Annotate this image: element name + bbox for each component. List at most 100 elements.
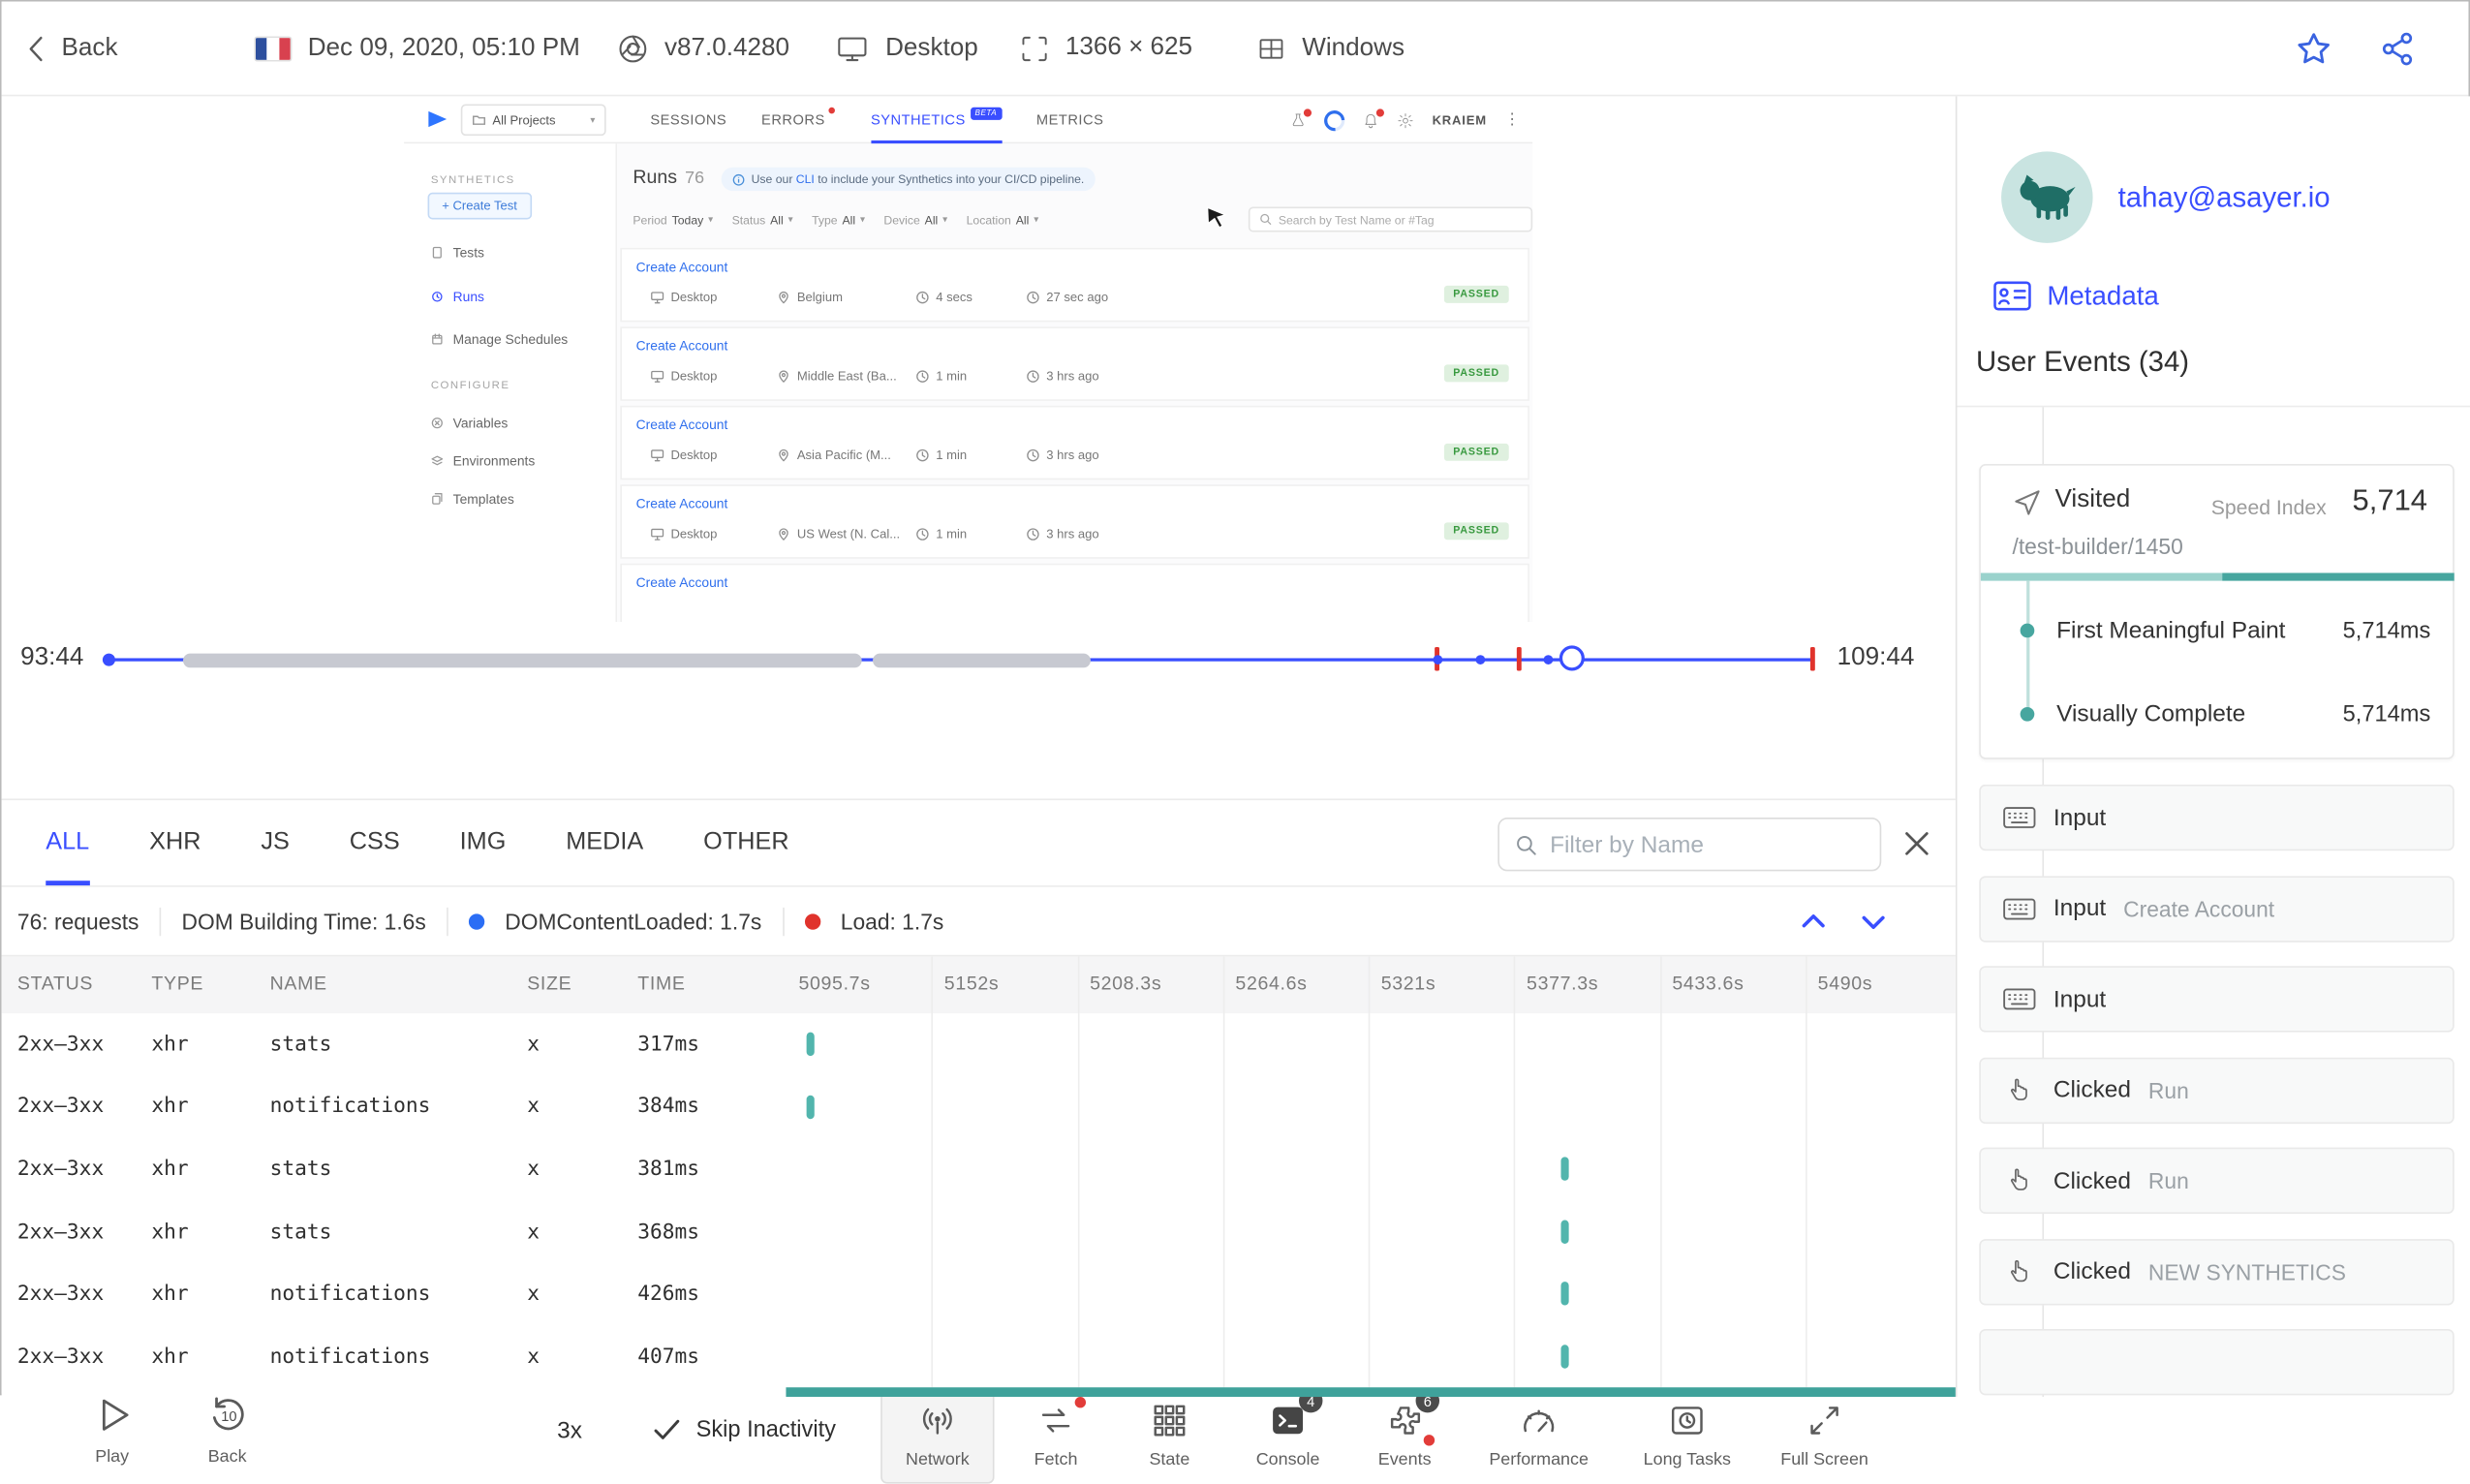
bell-icon[interactable]: [1363, 108, 1385, 129]
replayed-tab-synthetics[interactable]: SYNTHETICS BETA: [870, 96, 1003, 144]
replayed-tab-errors[interactable]: ERRORS: [761, 96, 836, 143]
network-tab-all[interactable]: ALL: [46, 800, 90, 886]
sidebar-item-variables[interactable]: Variables: [431, 416, 508, 431]
event-card-clicked[interactable]: Clicked Run: [1979, 1056, 2455, 1124]
metadata-button[interactable]: Metadata: [1991, 279, 2159, 312]
create-test-button[interactable]: + Create Test: [427, 192, 532, 220]
timeline-column-header: 5264.6s: [1235, 972, 1308, 995]
network-tab-media[interactable]: MEDIA: [566, 800, 643, 885]
issue-marker[interactable]: [1809, 647, 1815, 671]
chevron-down-icon[interactable]: [1855, 902, 1893, 940]
chevron-up-icon[interactable]: [1795, 902, 1833, 940]
project-selector[interactable]: All Projects ▾: [460, 104, 606, 137]
replayed-tab-metrics[interactable]: METRICS: [1036, 96, 1103, 143]
run-filter-type[interactable]: Type All ▾: [812, 213, 865, 228]
column-header-name[interactable]: NAME: [270, 973, 327, 995]
sidebar-item-runs[interactable]: Runs: [431, 289, 484, 304]
run-group[interactable]: Create Account Desktop Middle East (Ba... 1…: [620, 326, 1529, 401]
runs-search[interactable]: [1248, 206, 1533, 232]
gear-icon[interactable]: [1398, 111, 1415, 129]
back-10-button[interactable]: 10 Back: [176, 1394, 277, 1467]
skip-inactivity-toggle[interactable]: Skip Inactivity: [654, 1417, 836, 1442]
column-header-size[interactable]: SIZE: [527, 973, 571, 995]
share-button[interactable]: [2379, 28, 2419, 68]
network-request-row[interactable]: 2xx–3xx xhr notifications x 384ms: [2, 1076, 1956, 1139]
column-header-time[interactable]: TIME: [637, 973, 685, 995]
event-card-input[interactable]: Input: [1979, 784, 2455, 851]
browser-icon: [619, 34, 647, 62]
run-filter-device[interactable]: Device All ▾: [883, 213, 947, 228]
network-tab-other[interactable]: OTHER: [703, 800, 788, 885]
event-marker[interactable]: [1433, 655, 1443, 665]
run-name-link[interactable]: Create Account: [636, 574, 728, 590]
network-request-row[interactable]: 2xx–3xx xhr stats x 381ms: [2, 1138, 1956, 1201]
replayed-user-name[interactable]: KRAIEM: [1433, 113, 1487, 128]
column-header-status[interactable]: STATUS: [17, 973, 93, 995]
favorite-button[interactable]: [2294, 28, 2334, 69]
banner-cli-link[interactable]: CLI: [796, 172, 815, 187]
user-email[interactable]: tahay@asayer.io: [2118, 181, 2331, 214]
tool-performance[interactable]: Performance: [1482, 1386, 1595, 1484]
visited-event-card[interactable]: Visited Speed Index 5,714 /test-builder/…: [1979, 464, 2455, 759]
run-group[interactable]: Create Account Desktop Asia Pacific (M... 1…: [620, 405, 1529, 480]
run-group[interactable]: Create Account: [620, 563, 1529, 622]
network-tab-css[interactable]: CSS: [350, 800, 400, 885]
timeline-scrubber[interactable]: [1559, 645, 1585, 671]
runs-search-input[interactable]: [1278, 212, 1522, 227]
column-header-type[interactable]: TYPE: [151, 973, 203, 995]
event-card-partial[interactable]: [1979, 1328, 2455, 1396]
event-marker[interactable]: [1543, 655, 1554, 665]
network-tab-xhr[interactable]: XHR: [149, 800, 201, 885]
network-tab-img[interactable]: IMG: [460, 800, 507, 885]
close-panel-icon[interactable]: [1903, 830, 1930, 857]
network-request-row[interactable]: 2xx–3xx xhr stats x 368ms: [2, 1201, 1956, 1264]
issue-marker[interactable]: [1516, 647, 1522, 671]
request-time: 407ms: [637, 1345, 700, 1370]
play-button[interactable]: Play: [62, 1394, 163, 1467]
run-name-link[interactable]: Create Account: [636, 338, 728, 354]
network-request-row[interactable]: 2xx–3xx xhr notifications x 407ms: [2, 1326, 1956, 1389]
event-detail: Run: [2147, 1077, 2189, 1103]
playback-speed-button[interactable]: 3x: [557, 1417, 582, 1444]
event-marker[interactable]: [1475, 655, 1486, 665]
network-request-row[interactable]: 2xx–3xx xhr notifications x 426ms: [2, 1263, 1956, 1326]
tool-events[interactable]: 6 Events: [1348, 1386, 1462, 1484]
event-detail: NEW SYNTHETICS: [2147, 1258, 2346, 1284]
sidebar-item-manage-schedules[interactable]: Manage Schedules: [431, 331, 568, 347]
tool-full-screen[interactable]: Full Screen: [1768, 1386, 1881, 1484]
event-card-clicked[interactable]: Clicked Run: [1979, 1147, 2455, 1215]
tool-console[interactable]: 4 Console: [1231, 1386, 1344, 1484]
tool-long-tasks[interactable]: Long Tasks: [1630, 1386, 1744, 1484]
run-name-link[interactable]: Create Account: [636, 496, 728, 511]
tool-label: Console: [1255, 1450, 1320, 1469]
runs-filters: Period Today ▾ Status All ▾ Type All ▾ Device All ▾…: [633, 213, 1038, 228]
sidebar-item-environments[interactable]: Environments: [431, 453, 535, 469]
tab-label: ERRORS: [761, 111, 825, 128]
sidebar-item-tests[interactable]: Tests: [431, 245, 484, 261]
tool-fetch[interactable]: Fetch: [999, 1386, 1112, 1484]
run-filter-location[interactable]: Location All ▾: [967, 213, 1038, 228]
event-card-input[interactable]: Input: [1979, 966, 2455, 1033]
event-card-input[interactable]: Input Create Account: [1979, 875, 2455, 942]
visited-url[interactable]: /test-builder/1450: [2012, 534, 2182, 559]
network-overview-bar[interactable]: [786, 1387, 1956, 1398]
run-group[interactable]: Create Account Desktop US West (N. Cal... 1…: [620, 484, 1529, 559]
run-group[interactable]: Create Account Desktop Belgium 4 secs 27 sec…: [620, 247, 1529, 323]
tool-network[interactable]: Network: [880, 1385, 995, 1484]
network-filter-input[interactable]: [1550, 830, 1865, 858]
run-filter-period[interactable]: Period Today ▾: [633, 213, 713, 228]
run-name-link[interactable]: Create Account: [636, 259, 728, 274]
event-card-clicked[interactable]: Clicked NEW SYNTHETICS: [1979, 1238, 2455, 1305]
item-label: Tests: [452, 244, 484, 261]
replayed-tab-sessions[interactable]: SESSIONS: [650, 96, 726, 143]
sidebar-item-templates[interactable]: Templates: [431, 491, 514, 507]
kebab-menu-icon[interactable]: ⋮: [1504, 111, 1520, 129]
run-filter-status[interactable]: Status All ▾: [732, 213, 793, 228]
back-button[interactable]: Back: [27, 34, 118, 62]
run-name-link[interactable]: Create Account: [636, 417, 728, 432]
network-filter[interactable]: [1497, 818, 1882, 872]
tool-state[interactable]: State: [1113, 1386, 1226, 1484]
flask-icon[interactable]: [1290, 108, 1312, 129]
network-request-row[interactable]: 2xx–3xx xhr stats x 317ms: [2, 1013, 1956, 1076]
network-tab-js[interactable]: JS: [261, 800, 289, 885]
